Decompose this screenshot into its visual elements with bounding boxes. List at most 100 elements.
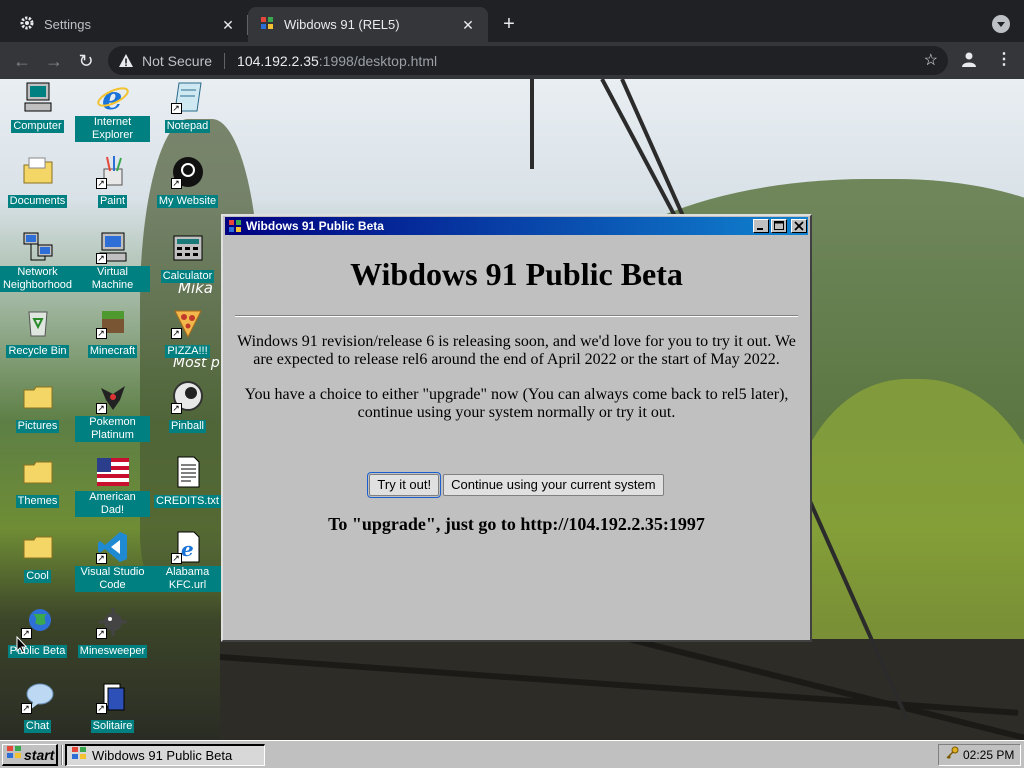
warning-icon[interactable] [118,53,134,69]
desktop-icon-chat[interactable]: ↗ Chat [0,680,75,734]
internet-explorer-icon: e [96,80,130,114]
icon-label: Computer [11,120,64,133]
tab-title: Wibdows 91 (REL5) [284,17,400,32]
back-button[interactable]: ← [11,50,33,72]
desktop-icon-minesweeper[interactable]: ↗ Minesweeper [75,605,150,659]
reload-button[interactable]: ↻ [75,50,97,72]
desktop-icon-virtual-machine[interactable]: ↗ Virtual Machine [75,230,150,293]
virtual-machine-icon: ↗ [95,230,130,264]
browser-toolbar: ← → ↻ Not Secure 104.192.2.35 :1998/desk… [0,42,1024,79]
release-paragraph: Windows 91 revision/release 6 is releasi… [237,333,796,368]
desktop-icon-computer[interactable]: Computer [0,80,75,134]
themes-folder-icon [21,455,55,489]
security-label[interactable]: Not Secure [142,53,212,69]
tab-search-icon[interactable] [992,15,1010,33]
forward-button[interactable]: → [43,50,65,72]
icon-label: Recycle Bin [6,345,69,358]
minimize-button[interactable] [753,219,769,233]
recycle-bin-icon [21,305,55,339]
profile-icon[interactable] [960,50,978,68]
desktop-icon-network[interactable]: Network Neighborhood [0,230,75,293]
desktop-icon-my-website[interactable]: ↗ My Website [150,155,225,209]
wallpaper-bridge [220,639,1024,739]
icon-label: Calculator [160,270,215,283]
desktop-icon-paint[interactable]: ↗ Paint [75,155,150,209]
pokemon-icon: ↗ [95,380,130,414]
public-beta-window[interactable]: Wibdows 91 Public Beta Wibdows 91 Public… [221,214,812,642]
upgrade-instructions: To "upgrade", just go to http://104.192.… [328,514,705,534]
icon-label: Pictures [15,420,60,433]
icon-label: Pokemon Platinum [75,416,150,442]
svg-text:e: e [102,80,122,114]
browser-tab-strip: Settings ✕ Wibdows 91 (REL5) ✕ + [0,0,1024,42]
icon-label: Visual Studio Code [75,566,150,592]
desktop-icon-cool[interactable]: Cool [0,530,75,584]
taskbar-divider [61,745,63,765]
kebab-menu-icon[interactable]: ⋮ [996,50,1012,70]
solitaire-icon: ↗ [95,680,130,714]
desktop-icon-themes[interactable]: Themes [0,455,75,509]
desktop-icon-minecraft[interactable]: ↗ Minecraft [75,305,150,359]
desktop-icon-internet-explorer[interactable]: e Internet Explorer [75,80,150,143]
window-body: Wibdows 91 Public Beta Windows 91 revisi… [225,238,808,638]
taskbar-clock[interactable]: 02:25 PM [963,748,1014,762]
desktop-icon-pizza[interactable]: ↗ PIZZA!!! [150,305,225,359]
desktop-icon-documents[interactable]: Documents [0,155,75,209]
desktop-icon-notepad[interactable]: ↗ Notepad [150,80,225,134]
icon-label: Cool [24,570,51,583]
github-icon: ↗ [170,155,205,189]
address-divider [224,52,226,69]
computer-icon [21,80,55,114]
documents-folder-icon [21,155,55,189]
start-label: start [24,746,55,763]
taskbar: start Wibdows 91 Public Beta 02:25 PM [0,740,1024,768]
desktop-icon-credits[interactable]: CREDITS.txt [150,455,225,509]
tab-wibdows[interactable]: Wibdows 91 (REL5) ✕ [248,7,488,42]
desktop-icon-vscode[interactable]: ↗ Visual Studio Code [75,530,150,593]
tab-settings[interactable]: Settings ✕ [8,7,248,42]
close-tab-icon[interactable]: ✕ [220,17,236,33]
desktop-icon-american-dad[interactable]: American Dad! [75,455,150,518]
icon-label: Minecraft [87,345,138,358]
icon-label: Chat [23,720,52,733]
pinball-icon: ↗ [170,380,205,414]
mouse-cursor-icon [16,636,28,654]
windows-logo-icon [228,219,242,233]
desktop-icon-pictures[interactable]: Pictures [0,380,75,434]
close-button[interactable] [791,219,807,233]
network-icon [21,230,55,264]
svg-text:e: e [181,537,194,561]
continue-current-system-button[interactable]: Continue using your current system [443,474,664,496]
desktop-icon-calculator[interactable]: Calculator [150,230,225,284]
tab-title: Settings [44,17,91,32]
taskbar-window-button[interactable]: Wibdows 91 Public Beta [65,744,265,766]
windows-logo-icon [260,16,274,33]
start-button[interactable]: start [2,744,58,766]
desktop-icon-public-beta[interactable]: ↗ Public Beta [0,605,75,659]
icon-label: Solitaire [90,720,135,733]
address-bar[interactable]: Not Secure 104.192.2.35 :1998/desktop.ht… [108,46,948,75]
pizza-icon: ↗ [170,305,205,339]
text-file-icon [171,455,205,489]
icon-label: Paint [97,195,128,208]
close-tab-icon[interactable]: ✕ [460,17,476,33]
desktop-icon-alabama-kfc[interactable]: e ↗ Alabama KFC.url [150,530,225,593]
desktop-icon-recycle-bin[interactable]: Recycle Bin [0,305,75,359]
desktop-icon-pinball[interactable]: ↗ Pinball [150,380,225,434]
maximize-button[interactable] [771,219,787,233]
desktop-icon-pokemon-platinum[interactable]: ↗ Pokemon Platinum [75,380,150,443]
icon-label: Minesweeper [77,645,148,658]
try-it-out-button[interactable]: Try it out! [367,472,442,498]
window-titlebar[interactable]: Wibdows 91 Public Beta [225,217,808,235]
icon-label: American Dad! [75,491,150,517]
desktop-icon-solitaire[interactable]: ↗ Solitaire [75,680,150,734]
pictures-folder-icon [21,380,55,414]
key-icon[interactable] [945,746,959,765]
icon-label: CREDITS.txt [154,495,221,508]
taskbar-window-label: Wibdows 91 Public Beta [92,748,233,763]
american-flag-icon [96,455,130,489]
horizontal-rule [235,315,798,317]
new-tab-button[interactable]: + [498,13,520,35]
bookmark-star-icon[interactable]: ☆ [924,50,938,70]
window-heading: Wibdows 91 Public Beta [350,256,683,292]
